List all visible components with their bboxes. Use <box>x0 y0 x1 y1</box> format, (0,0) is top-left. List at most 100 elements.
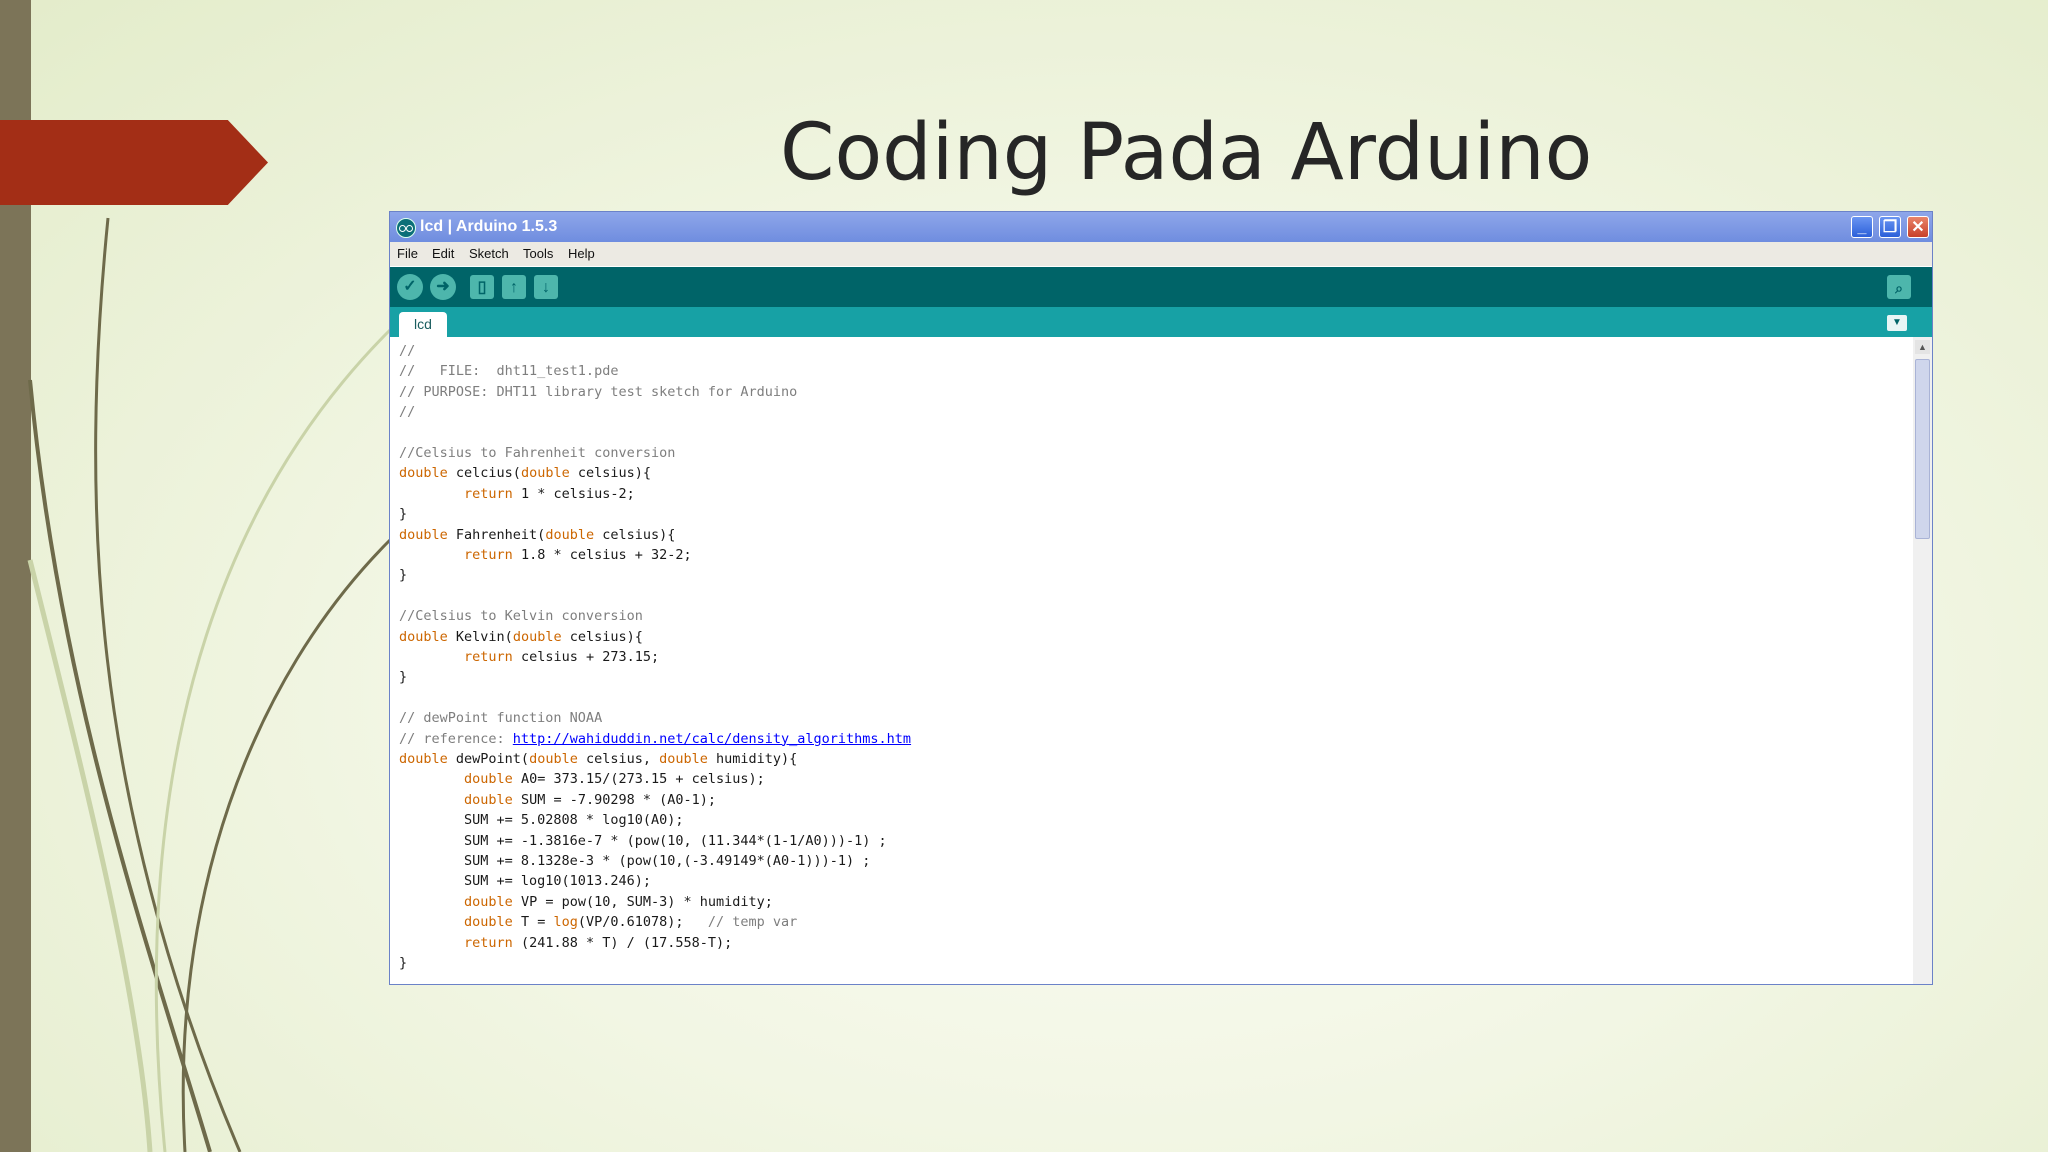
menu-sketch[interactable]: Sketch <box>469 246 509 261</box>
code-token: Fahrenheit( <box>447 526 546 543</box>
code-token: double <box>464 893 513 910</box>
code-token: celcius( <box>447 465 521 482</box>
code-link[interactable]: http://wahiduddin.net/calc/density_algor… <box>513 731 911 747</box>
code-token: celsius){ <box>594 526 676 543</box>
code-token: // <box>399 343 416 359</box>
code-token: //Celsius to Kelvin conversion <box>399 608 643 625</box>
code-token: T = <box>512 914 554 931</box>
tab-menu-button[interactable]: ▼ <box>1887 315 1907 331</box>
code-line: double Kelvin(double celsius){ <box>399 627 643 647</box>
code-line: double VP = pow(10, SUM-3) * humidity; <box>399 892 773 912</box>
code-line: double celcius(double celsius){ <box>399 463 651 483</box>
code-line: } <box>399 667 407 687</box>
scroll-up-arrow-icon[interactable]: ▲ <box>1915 340 1930 354</box>
code-line: double A0= 373.15/(273.15 + celsius); <box>399 769 765 789</box>
code-token: // dewPoint function NOAA <box>399 710 603 727</box>
code-line: } <box>399 953 407 973</box>
code-token: // PURPOSE: DHT11 library test sketch fo… <box>399 383 798 400</box>
code-token: double <box>399 628 448 645</box>
code-token: double <box>512 628 562 645</box>
code-line: SUM += -1.3816e-7 * (pow(10, (11.344*(1-… <box>399 831 887 851</box>
code-token: celsius, <box>577 751 660 767</box>
upload-button[interactable]: ➜ <box>430 274 456 300</box>
close-button[interactable]: ✕ <box>1907 216 1929 238</box>
code-line: SUM += 5.02808 * log10(A0); <box>399 810 683 830</box>
verify-button[interactable]: ✓ <box>397 274 423 300</box>
code-token: return <box>464 649 513 665</box>
code-line: } <box>399 565 407 585</box>
code-line: // <box>399 402 415 422</box>
menu-edit[interactable]: Edit <box>432 246 454 261</box>
code-token: (241.88 * T) / (17.558-T); <box>512 934 733 951</box>
new-button[interactable]: ▯ <box>470 275 494 299</box>
code-line: SUM += 8.1328e-3 * (pow(10,(-3.49149*(A0… <box>399 851 870 871</box>
code-token: } <box>399 955 408 971</box>
code-token: 1.8 * celsius + 32-2; <box>512 547 692 563</box>
menu-bar: File Edit Sketch Tools Help <box>390 242 1932 266</box>
code-line: return 1.8 * celsius + 32-2; <box>399 545 692 565</box>
tab-lcd[interactable]: lcd <box>399 312 447 337</box>
code-token: // <box>399 404 416 421</box>
code-token: } <box>399 567 408 584</box>
code-token: celsius){ <box>569 465 651 482</box>
code-token: double <box>399 751 448 767</box>
toolbar: ✓ ➜ ▯ ↑ ↓ ⌕ <box>390 267 1932 307</box>
code-line: //Celsius to Fahrenheit conversion <box>399 443 675 463</box>
code-token: SUM += log10(1013.246); <box>399 873 651 890</box>
code-editor[interactable]: // // FILE: dht11_test1.pde // PURPOSE: DH… <box>390 337 1913 984</box>
code-line: return celsius + 273.15; <box>399 647 659 667</box>
code-token: humidity){ <box>707 751 798 767</box>
minimize-button[interactable]: _ <box>1851 216 1873 238</box>
arduino-logo-icon <box>396 218 416 238</box>
serial-monitor-button[interactable]: ⌕ <box>1887 275 1911 299</box>
menu-file[interactable]: File <box>397 246 418 261</box>
open-button[interactable]: ↑ <box>502 275 526 299</box>
code-token: //Celsius to Fahrenheit conversion <box>399 445 676 461</box>
vertical-scrollbar[interactable]: ▲ <box>1913 337 1932 984</box>
code-token: VP = pow(10, SUM-3) * humidity; <box>512 893 773 910</box>
code-line: double dewPoint(double celsius, double h… <box>399 749 797 769</box>
slide-title: Coding Pada Arduino <box>780 108 1593 198</box>
code-token: double <box>545 526 595 543</box>
maximize-button[interactable]: ❐ <box>1879 216 1901 238</box>
code-line: return 1 * celsius-2; <box>399 484 635 504</box>
code-token: return <box>464 934 513 951</box>
menu-help[interactable]: Help <box>568 246 595 261</box>
menu-tools[interactable]: Tools <box>523 246 553 261</box>
code-token: double <box>464 914 513 931</box>
code-token: A0= 373.15/(273.15 + celsius); <box>512 771 765 788</box>
code-token: Kelvin( <box>447 628 513 645</box>
code-line: } <box>399 504 407 524</box>
code-token: SUM += 5.02808 * log10(A0); <box>399 812 684 829</box>
save-button[interactable]: ↓ <box>534 275 558 299</box>
code-token: } <box>399 669 408 686</box>
code-token: dewPoint( <box>447 751 530 767</box>
scroll-thumb[interactable] <box>1915 359 1930 539</box>
code-token: // FILE: dht11_test1.pde <box>399 363 619 380</box>
code-token: return <box>464 485 513 502</box>
code-token: SUM += 8.1328e-3 * (pow(10,(-3.49149*(A0… <box>399 853 871 869</box>
code-line: // PURPOSE: DHT11 library test sketch fo… <box>399 382 797 402</box>
window-titlebar[interactable]: lcd | Arduino 1.5.3 _ ❐ ✕ <box>390 212 1932 242</box>
code-token: double <box>520 465 570 482</box>
code-token: log <box>553 914 578 931</box>
code-token: SUM += -1.3816e-7 * (pow(10, (11.344*(1-… <box>399 832 887 849</box>
code-token: double <box>659 751 708 767</box>
code-line: //Celsius to Kelvin conversion <box>399 606 643 626</box>
code-line: return (241.88 * T) / (17.558-T); <box>399 933 732 953</box>
code-line: SUM += log10(1013.246); <box>399 871 651 891</box>
code-token: double <box>464 771 513 788</box>
code-line: double SUM = -7.90298 * (A0-1); <box>399 790 716 810</box>
code-token: (VP/0.61078); <box>577 914 708 931</box>
arduino-window: lcd | Arduino 1.5.3 _ ❐ ✕ File Edit Sket… <box>390 212 1932 984</box>
window-title: lcd | Arduino 1.5.3 <box>420 218 558 235</box>
code-line: // reference: http://wahiduddin.net/calc… <box>399 729 911 749</box>
code-token: double <box>399 526 448 543</box>
code-token: double <box>399 465 448 482</box>
code-line: // dewPoint function NOAA <box>399 708 602 728</box>
